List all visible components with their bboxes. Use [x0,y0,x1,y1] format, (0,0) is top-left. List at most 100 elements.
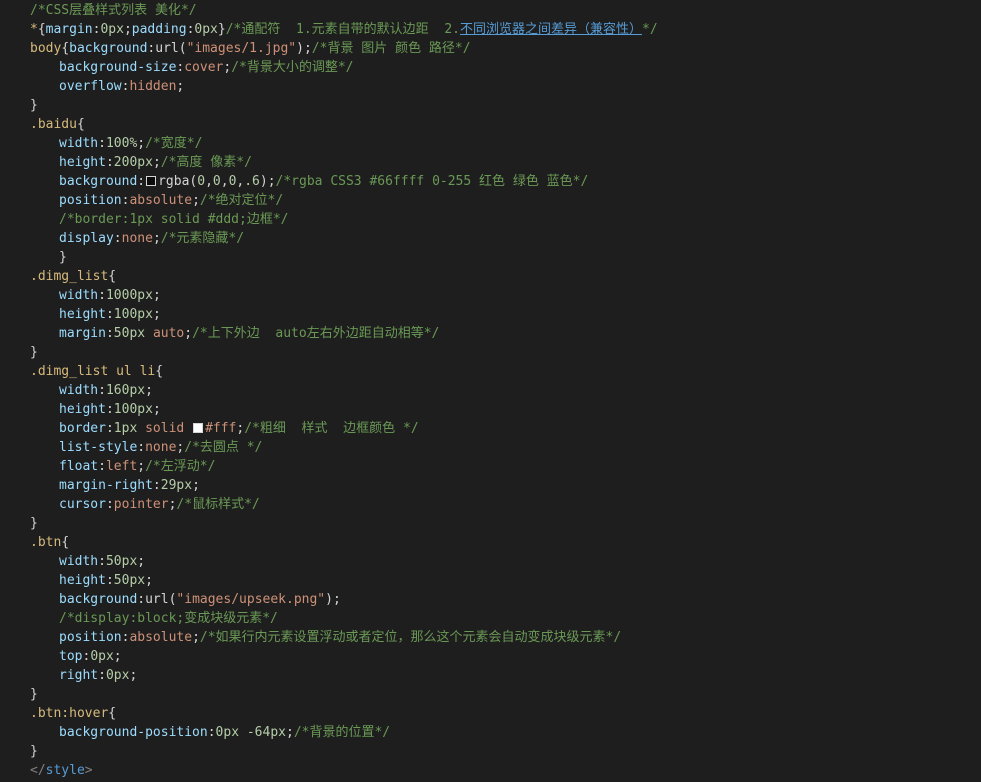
code-line[interactable]: .baidu{ [30,115,981,134]
code-line[interactable]: background-position:0px -64px;/*背景的位置*/ [30,723,981,742]
code-line[interactable]: </style> [30,761,981,780]
code-line[interactable]: } [30,248,981,267]
code-line[interactable]: height:100px; [30,400,981,419]
code-line[interactable]: background:url("images/upseek.png"); [30,590,981,609]
code-line[interactable]: width:100%;/*宽度*/ [30,134,981,153]
code-line[interactable]: width:160px; [30,381,981,400]
code-token-punc: ; [123,22,132,37]
code-token-cmt: /*背景大小的调整*/ [231,60,354,75]
color-swatch[interactable] [146,176,157,186]
code-line[interactable]: .dimg_list ul li{ [30,362,981,381]
code-line[interactable]: border:1px solid #fff;/*粗细 样式 边框颜色 */ [30,419,981,438]
code-line[interactable]: } [30,742,981,761]
code-token-punc: ); [296,41,312,56]
code-token-punc: ; [286,725,294,740]
code-token-num: 50px [113,326,146,341]
code-line[interactable]: .btn:hover{ [30,704,981,723]
code-line[interactable]: width:50px; [30,552,981,571]
code-token-cmt: /*元素隐藏*/ [160,231,245,246]
code-token-prop: background [59,592,138,607]
code-token-num: .6 [244,174,260,189]
code-token-punc: , [205,174,213,189]
code-line[interactable]: background-size:cover;/*背景大小的调整*/ [30,58,981,77]
code-token-punc: : [137,174,146,189]
code-line[interactable]: position:absolute;/*如果行内元素设置浮动或者定位，那么这个元… [30,628,981,647]
code-line[interactable]: } [30,96,981,115]
code-token-punc: : [98,459,106,474]
code-line[interactable]: /*CSS层叠样式列表 美化*/ [30,1,981,20]
code-token-punc: : [113,231,122,246]
color-swatch[interactable] [193,423,204,433]
code-line[interactable]: height:50px; [30,571,981,590]
code-token-punc: } [30,516,38,531]
code-token-cmt: /*border:1px solid #ddd;边框*/ [59,212,289,227]
code-token-prop: padding [131,22,187,37]
code-token-punc: ; [184,326,193,341]
code-line[interactable]: height:100px; [30,305,981,324]
code-line[interactable]: float:left;/*左浮动*/ [30,457,981,476]
code-line[interactable]: width:1000px; [30,286,981,305]
code-token-punc: ; [152,402,161,417]
code-token-val: solid [145,421,185,436]
code-line[interactable]: } [30,343,981,362]
code-line[interactable]: background: rgba(0,0,0,.6);/*rgba CSS3 #6… [30,172,981,191]
code-token-punc: rgba( [158,174,198,189]
code-line[interactable]: cursor:pointer;/*鼠标样式*/ [30,495,981,514]
code-token-tagname: style [45,763,85,778]
code-token-punc: ; [152,307,161,322]
code-token-punc: : [105,402,114,417]
code-token-prop: position [59,630,122,645]
code-line[interactable]: top:0px; [30,647,981,666]
code-token-prop: list-style [59,440,138,455]
code-token-punc: : [152,478,161,493]
code-token-punc: ; [137,459,146,474]
code-token-sel: .baidu [30,117,77,132]
code-line[interactable]: right:0px; [30,666,981,685]
code-token-punc: ); [325,592,341,607]
code-line[interactable]: position:absolute;/*绝对定位*/ [30,191,981,210]
code-token-cmt: /*display:block;变成块级元素*/ [59,611,278,626]
code-token-punc: url( [145,592,177,607]
code-token-prop: float [59,459,99,474]
code-line[interactable]: list-style:none;/*去圆点 */ [30,438,981,457]
code-token-num: 160px [105,383,146,398]
code-token-sel: .dimg_list ul li [30,364,156,379]
code-token-prop: height [59,573,106,588]
code-token-punc: : [98,288,106,303]
code-token-punc: ; [152,155,161,170]
code-token-punc: { [76,117,85,132]
code-token-punc: } [30,687,38,702]
code-token-num: -64px [246,725,286,740]
code-token-punc: ; [137,136,146,151]
code-token-val: absolute [129,193,193,208]
code-line[interactable]: } [30,514,981,533]
code-token-punc: : [98,136,106,151]
code-token-num: 1px [113,421,138,436]
code-line[interactable]: overflow:hidden; [30,77,981,96]
code-token-punc: ; [176,79,185,94]
code-token-punc: ; [145,383,153,398]
code-token-cmt: /*通配符 1.元素自带的默认边距 2. [225,22,460,37]
code-line[interactable]: /*border:1px solid #ddd;边框*/ [30,210,981,229]
code-token-num: 0 [197,174,206,189]
code-line[interactable]: body{background:url("images/1.jpg");/*背景… [30,39,981,58]
code-line[interactable]: .dimg_list{ [30,267,981,286]
code-token-punc [184,421,192,436]
code-token-prop: width [59,288,99,303]
code-token-punc: ; [129,668,138,683]
code-line[interactable]: /*display:block;变成块级元素*/ [30,609,981,628]
code-token-punc: ; [152,288,161,303]
code-token-punc: { [61,41,70,56]
code-line[interactable]: margin:50px auto;/*上下外边 auto左右外边距自动相等*/ [30,324,981,343]
code-line[interactable]: height:200px;/*高度 像素*/ [30,153,981,172]
code-token-punc: : [105,326,114,341]
code-token-cmt: /*宽度*/ [145,136,203,151]
code-line[interactable]: .btn{ [30,533,981,552]
code-editor[interactable]: /*CSS层叠样式列表 美化*/*{margin:0px;padding:0px… [0,0,981,782]
code-token-num: 50px [113,573,146,588]
code-line[interactable]: *{margin:0px;padding:0px}/*通配符 1.元素自带的默认… [30,20,981,39]
code-line[interactable]: display:none;/*元素隐藏*/ [30,229,981,248]
code-line[interactable]: margin-right:29px; [30,476,981,495]
code-line[interactable]: } [30,685,981,704]
code-token-link[interactable]: 不同浏览器之间差异（兼容性） [460,22,642,37]
